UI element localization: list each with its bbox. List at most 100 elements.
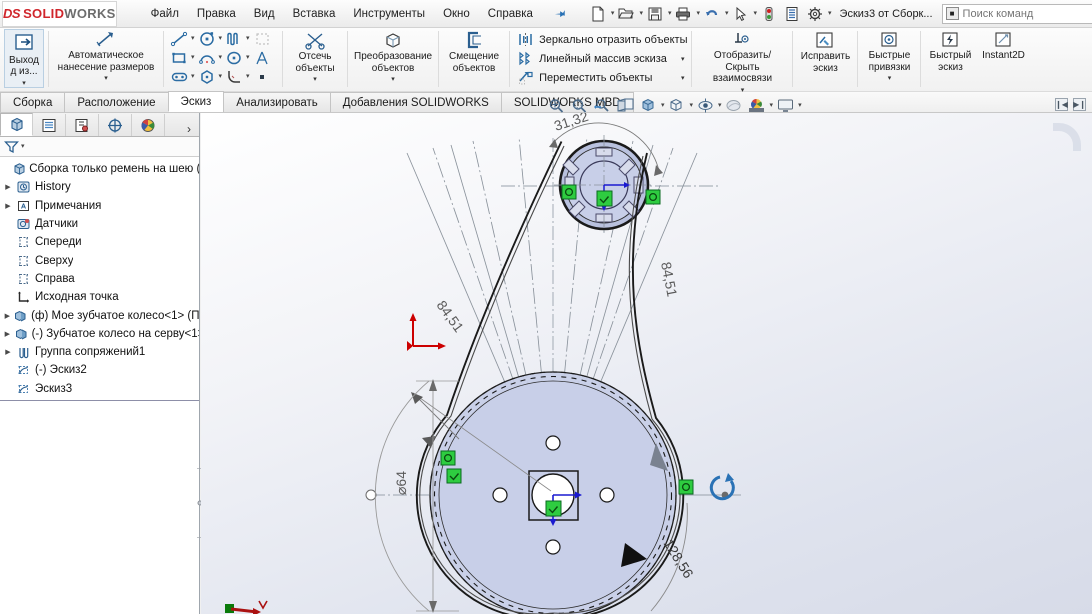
fillet-icon[interactable] — [224, 68, 245, 86]
fillet-caret[interactable]: ▾ — [246, 73, 250, 80]
zoom-to-area-icon[interactable] — [568, 96, 590, 115]
convert-entities-dropdown[interactable]: ▾ — [391, 75, 395, 83]
tab-layout[interactable]: Расположение — [64, 92, 169, 112]
point-icon[interactable] — [252, 68, 273, 86]
tree-item-sketch3[interactable]: Эскиз3 — [0, 380, 199, 398]
tree-item-my-gear[interactable]: ▶ (ф) Мое зубчатое колесо<1> (По ум — [0, 306, 199, 324]
select-cursor-caret[interactable]: ▾ — [754, 10, 758, 17]
display-relations-button[interactable]: Отобразить/Скрыть взаимосвязи ▾ — [696, 29, 788, 94]
ellipse-icon[interactable] — [224, 49, 245, 67]
save-caret[interactable]: ▾ — [668, 10, 672, 17]
slot-icon[interactable] — [169, 68, 190, 86]
offset-entities-button[interactable]: Смещение объектов — [443, 29, 505, 74]
menu-item-edit[interactable]: Правка — [188, 4, 245, 24]
graphics-area[interactable]: 31,32 84,51 84,51 ⌀64 128,56 — [201, 113, 1092, 614]
edit-appearance-icon[interactable] — [723, 96, 745, 115]
undo-caret[interactable]: ▾ — [725, 10, 729, 17]
polygon-icon[interactable] — [197, 68, 218, 86]
rectangle-icon[interactable] — [169, 49, 190, 67]
command-search-box[interactable]: ■ — [941, 3, 1092, 24]
tree-expander[interactable]: ▶ — [2, 330, 13, 338]
instant2d-button[interactable]: Instant2D — [975, 29, 1031, 62]
tree-item-sensors[interactable]: Датчики — [0, 215, 199, 233]
arc-icon[interactable] — [197, 49, 218, 67]
rapid-sketch-button[interactable]: Быстрый эскиз — [925, 29, 975, 73]
line-caret[interactable]: ▾ — [191, 35, 195, 42]
circle-caret[interactable]: ▾ — [219, 35, 223, 42]
menu-item-file[interactable]: Файл — [142, 4, 188, 24]
tree-item-history[interactable]: ▶ History — [0, 178, 199, 196]
tab-evaluate[interactable]: Анализировать — [223, 92, 331, 112]
menu-item-insert[interactable]: Вставка — [284, 4, 345, 24]
new-document-icon[interactable] — [587, 3, 609, 25]
tree-item-assembly-root[interactable]: Сборка только ремень на шею (По умо — [0, 160, 199, 178]
trim-entities-button[interactable]: Отсечь объекты ▾ — [287, 29, 343, 83]
tree-expander[interactable]: ▶ — [2, 202, 14, 210]
circle-icon[interactable] — [197, 30, 218, 48]
display-manager-icon[interactable] — [132, 114, 165, 136]
hide-show-items-icon[interactable] — [694, 96, 716, 115]
spline-caret[interactable]: ▾ — [246, 35, 250, 42]
file-properties-icon[interactable] — [781, 3, 803, 25]
linear-sketch-pattern-dropdown[interactable]: ▾ — [669, 55, 688, 63]
menu-item-help[interactable]: Справка — [479, 4, 542, 24]
section-view-icon[interactable] — [614, 96, 636, 115]
small-gear[interactable] — [554, 135, 661, 235]
rotate-handle[interactable] — [693, 473, 741, 501]
options-gear-icon[interactable] — [804, 3, 826, 25]
save-icon[interactable] — [644, 3, 666, 25]
tree-filter-bar[interactable]: ▾ — [0, 137, 199, 157]
sketch-pattern-icon[interactable] — [252, 30, 273, 48]
convert-entities-button[interactable]: Преобразование объектов ▾ — [352, 29, 434, 83]
collapse-left-panel-icon[interactable]: ❙◀ — [1055, 98, 1068, 111]
collapse-right-panel-icon[interactable]: ▶❙ — [1073, 98, 1086, 111]
ellipse-caret[interactable]: ▾ — [246, 54, 250, 61]
property-manager-icon[interactable] — [33, 114, 66, 136]
trim-entities-dropdown[interactable]: ▾ — [313, 75, 317, 83]
tab-assembly[interactable]: Сборка — [0, 92, 66, 112]
polygon-caret[interactable]: ▾ — [219, 73, 223, 80]
menu-item-view[interactable]: Вид — [245, 4, 284, 24]
tree-expander[interactable]: ▶ — [2, 183, 14, 191]
apply-scene-icon[interactable] — [746, 96, 768, 115]
tab-sketch[interactable]: Эскиз — [167, 91, 225, 112]
arc-caret[interactable]: ▾ — [219, 54, 223, 61]
select-cursor-icon[interactable] — [730, 3, 752, 25]
filter-caret[interactable]: ▾ — [21, 143, 25, 150]
display-style-icon[interactable] — [666, 96, 688, 115]
exit-sketch-dropdown[interactable]: ▾ — [22, 79, 26, 87]
zoom-to-fit-icon[interactable] — [545, 96, 567, 115]
move-entities-dropdown[interactable]: ▾ — [669, 74, 688, 82]
text-icon[interactable] — [252, 49, 273, 67]
quick-snaps-dropdown[interactable]: ▾ — [888, 74, 892, 82]
new-document-caret[interactable]: ▾ — [611, 10, 615, 17]
display-style-caret[interactable]: ▾ — [690, 102, 694, 109]
tree-item-top-plane[interactable]: Сверху — [0, 251, 199, 269]
print-icon[interactable] — [672, 3, 694, 25]
tree-rollback-bar[interactable] — [0, 400, 199, 401]
tree-expander[interactable]: ▶ — [2, 348, 14, 356]
smart-dimension-button[interactable]: Автоматическое нанесение размеров ▾ — [53, 29, 159, 82]
line-icon[interactable] — [169, 30, 190, 48]
apply-scene-caret[interactable]: ▾ — [770, 102, 774, 109]
hide-show-items-caret[interactable]: ▾ — [718, 102, 722, 109]
repair-sketch-button[interactable]: Исправить эскиз — [797, 29, 853, 74]
spline-icon[interactable] — [224, 30, 245, 48]
quick-snaps-button[interactable]: Быстрые привязки ▾ — [862, 29, 916, 82]
open-folder-caret[interactable]: ▾ — [639, 10, 643, 17]
sketch-confirm-corner[interactable] — [1053, 123, 1081, 151]
view-settings-caret[interactable]: ▾ — [798, 102, 802, 109]
tree-expander[interactable]: ▶ — [2, 312, 13, 320]
tree-item-sketch2[interactable]: (-) Эскиз2 — [0, 361, 199, 379]
tree-item-annotations[interactable]: ▶ Примечания — [0, 197, 199, 215]
tree-item-origin[interactable]: Исходная точка — [0, 288, 199, 306]
open-folder-icon[interactable] — [615, 3, 637, 25]
view-orientation-icon[interactable] — [637, 96, 659, 115]
tree-item-right-plane[interactable]: Справа — [0, 270, 199, 288]
tree-item-mate-group[interactable]: ▶ Группа сопряжений1 — [0, 343, 199, 361]
dimxpert-manager-icon[interactable] — [99, 114, 132, 136]
exit-sketch-button[interactable]: Выход д из... ▾ — [4, 29, 44, 88]
chevron-right-icon[interactable]: › — [187, 122, 199, 136]
search-input[interactable] — [962, 7, 1092, 20]
undo-icon[interactable] — [701, 3, 723, 25]
